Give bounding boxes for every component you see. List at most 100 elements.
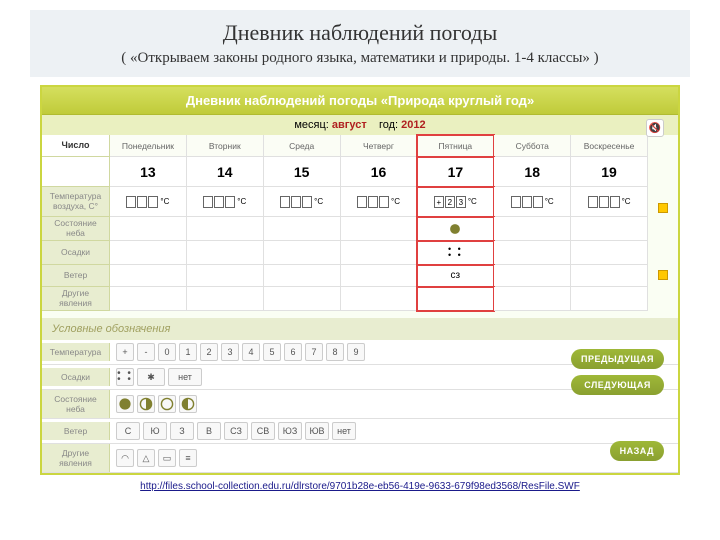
- month-label: месяц:: [294, 119, 329, 131]
- sky-cell[interactable]: [494, 217, 571, 241]
- wind-cell[interactable]: [264, 265, 341, 287]
- day-number[interactable]: 16: [341, 157, 418, 187]
- temp-symbol-button[interactable]: 7: [305, 343, 323, 361]
- slide-title-block: Дневник наблюдений погоды ( «Открываем з…: [30, 10, 690, 77]
- wind-cell[interactable]: [494, 265, 571, 287]
- temp-symbol-button[interactable]: -: [137, 343, 155, 361]
- temp-symbol-button[interactable]: 5: [263, 343, 281, 361]
- sky-cell[interactable]: [187, 217, 264, 241]
- year-value[interactable]: 2012: [401, 119, 425, 131]
- day-header[interactable]: Четверг: [341, 135, 418, 157]
- wind-cell[interactable]: [341, 265, 418, 287]
- wind-dir-button[interactable]: С: [116, 422, 140, 440]
- temp-symbol-button[interactable]: 1: [179, 343, 197, 361]
- temp-cell[interactable]: °C: [187, 187, 264, 217]
- app-header: Дневник наблюдений погоды «Природа кругл…: [42, 87, 678, 115]
- wind-dir-button[interactable]: ЮЗ: [278, 422, 302, 440]
- temp-cell[interactable]: °C: [341, 187, 418, 217]
- sky-half[interactable]: [179, 395, 197, 413]
- day-header[interactable]: Среда: [264, 135, 341, 157]
- day-number[interactable]: 19: [571, 157, 648, 187]
- legend-sky-label: Состояние неба: [42, 390, 110, 418]
- precip-cell[interactable]: • •• •: [417, 241, 494, 265]
- temp-cell[interactable]: °C: [494, 187, 571, 217]
- other-cell[interactable]: [187, 287, 264, 311]
- wind-cell[interactable]: [110, 265, 187, 287]
- other-hail[interactable]: ▭: [158, 449, 176, 467]
- other-cell[interactable]: [417, 287, 494, 311]
- temp-symbol-button[interactable]: 6: [284, 343, 302, 361]
- wind-dir-button[interactable]: СЗ: [224, 422, 248, 440]
- next-button[interactable]: СЛЕДУЮЩАЯ: [571, 375, 664, 395]
- day-number[interactable]: 15: [264, 157, 341, 187]
- prev-button[interactable]: ПРЕДЫДУЩАЯ: [571, 349, 664, 369]
- other-fog[interactable]: ≡: [179, 449, 197, 467]
- row-label-temp: Температура воздуха, С°: [42, 187, 110, 217]
- mute-button[interactable]: 🔇: [646, 119, 664, 137]
- temp-symbol-button[interactable]: 4: [242, 343, 260, 361]
- precip-cell[interactable]: [341, 241, 418, 265]
- sky-cell[interactable]: [341, 217, 418, 241]
- sky-cell[interactable]: [264, 217, 341, 241]
- wind-cell[interactable]: сз: [417, 265, 494, 287]
- other-cell[interactable]: [341, 287, 418, 311]
- day-number[interactable]: 13: [110, 157, 187, 187]
- row-label-other: Другие явления: [42, 287, 110, 311]
- temp-cell[interactable]: °C: [571, 187, 648, 217]
- back-button[interactable]: НАЗАД: [610, 441, 664, 461]
- sky-clear[interactable]: [158, 395, 176, 413]
- wind-dir-button[interactable]: ЮВ: [305, 422, 329, 440]
- sky-full[interactable]: [116, 395, 134, 413]
- wind-cell[interactable]: [571, 265, 648, 287]
- day-header[interactable]: Понедельник: [110, 135, 187, 157]
- temp-cell[interactable]: °C: [110, 187, 187, 217]
- day-header[interactable]: Вторник: [187, 135, 264, 157]
- temp-symbol-button[interactable]: 3: [221, 343, 239, 361]
- row-label-wind: Ветер: [42, 265, 110, 287]
- temp-cell[interactable]: +23°C: [417, 187, 494, 217]
- precip-dots[interactable]: • •• •: [116, 368, 134, 386]
- wind-dir-button[interactable]: З: [170, 422, 194, 440]
- day-header[interactable]: Пятница: [417, 135, 494, 157]
- sky-mostly[interactable]: [137, 395, 155, 413]
- other-cell[interactable]: [494, 287, 571, 311]
- day-header[interactable]: Суббота: [494, 135, 571, 157]
- month-value[interactable]: август: [332, 119, 367, 131]
- wind-dir-button[interactable]: Ю: [143, 422, 167, 440]
- row-label-precip: Осадки: [42, 241, 110, 265]
- sky-cell[interactable]: [110, 217, 187, 241]
- other-cell[interactable]: [110, 287, 187, 311]
- precip-cell[interactable]: [571, 241, 648, 265]
- legend-wind-label: Ветер: [42, 422, 110, 440]
- precip-cell[interactable]: [494, 241, 571, 265]
- source-link-anchor[interactable]: http://files.school-collection.edu.ru/dl…: [140, 481, 580, 492]
- precip-cell[interactable]: [187, 241, 264, 265]
- sky-cell[interactable]: [571, 217, 648, 241]
- temp-cell[interactable]: °C: [264, 187, 341, 217]
- wind-dir-button[interactable]: нет: [332, 422, 356, 440]
- precip-cell[interactable]: [110, 241, 187, 265]
- other-frost[interactable]: △: [137, 449, 155, 467]
- day-number[interactable]: 18: [494, 157, 571, 187]
- temp-symbol-button[interactable]: +: [116, 343, 134, 361]
- precip-snow[interactable]: ✱: [137, 368, 165, 386]
- other-rainbow[interactable]: ◠: [116, 449, 134, 467]
- legend-other-label: Другие явления: [42, 444, 110, 472]
- sky-cell[interactable]: [417, 217, 494, 241]
- temp-symbol-button[interactable]: 8: [326, 343, 344, 361]
- year-label: год:: [379, 119, 398, 131]
- temp-symbol-button[interactable]: 0: [158, 343, 176, 361]
- precip-cell[interactable]: [264, 241, 341, 265]
- precip-none[interactable]: нет: [168, 368, 202, 386]
- temp-symbol-button[interactable]: 2: [200, 343, 218, 361]
- wind-dir-button[interactable]: СВ: [251, 422, 275, 440]
- day-number[interactable]: 17: [417, 157, 494, 187]
- other-cell[interactable]: [571, 287, 648, 311]
- other-cell[interactable]: [264, 287, 341, 311]
- temp-symbol-button[interactable]: 9: [347, 343, 365, 361]
- day-number[interactable]: 14: [187, 157, 264, 187]
- day-header[interactable]: Воскресенье: [571, 135, 648, 157]
- row-label-sky: Состояние неба: [42, 217, 110, 241]
- wind-dir-button[interactable]: В: [197, 422, 221, 440]
- wind-cell[interactable]: [187, 265, 264, 287]
